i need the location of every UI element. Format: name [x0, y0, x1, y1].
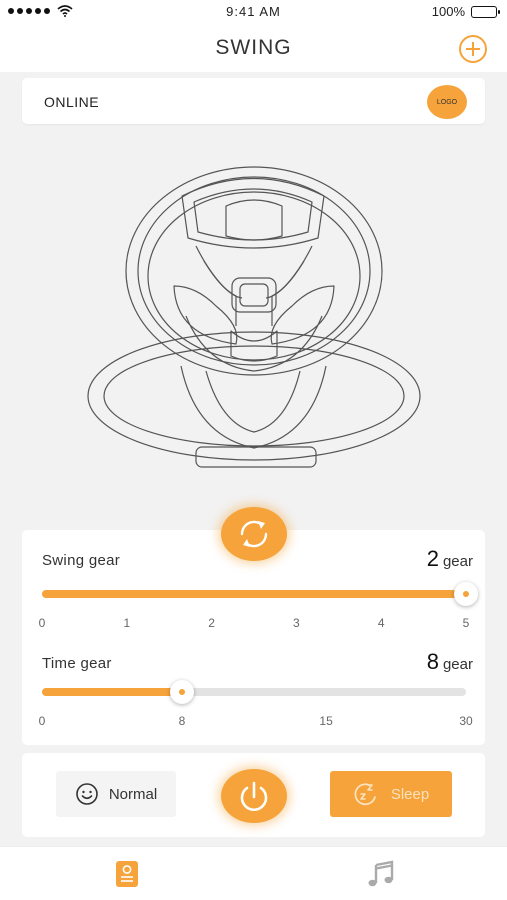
time-gear-value: 8 gear — [427, 649, 473, 675]
music-note-icon — [368, 860, 393, 887]
time-gear-fill — [42, 688, 182, 696]
swing-gear-label: Swing gear — [42, 552, 121, 569]
normal-mode-button[interactable]: Normal — [56, 771, 176, 817]
device-icon — [115, 861, 138, 887]
sleep-moon-icon — [354, 783, 376, 806]
time-gear-tick: 15 — [319, 714, 333, 728]
time-gear-label: Time gear — [42, 655, 112, 672]
swing-gear-tick: 0 — [38, 616, 46, 630]
connection-status: ONLINE — [44, 94, 100, 110]
device-status-card: ONLINE LOGO — [22, 78, 485, 124]
tab-music[interactable] — [254, 847, 507, 900]
brand-logo: LOGO — [427, 85, 467, 119]
normal-mode-label: Normal — [108, 785, 158, 803]
gear-control-card: Swing gear 2 gear 012345 Time gear 8 gear … — [22, 530, 485, 745]
time-gear-slider[interactable] — [42, 680, 466, 704]
swing-gear-tick: 1 — [123, 616, 131, 630]
swing-gear-value: 2 gear — [427, 546, 473, 572]
swing-gear-slider[interactable] — [42, 582, 478, 606]
smiley-icon — [76, 783, 98, 805]
swing-gear-tick: 2 — [208, 616, 215, 630]
power-button[interactable] — [221, 769, 287, 823]
time-gear-unit: gear — [442, 656, 473, 673]
power-icon — [240, 781, 268, 811]
time-gear-tick: 8 — [178, 714, 186, 728]
sleep-mode-label: Sleep — [390, 785, 430, 803]
time-gear-number: 8 — [426, 649, 439, 674]
tab-bar — [0, 846, 507, 900]
swing-gear-unit: gear — [442, 553, 473, 570]
swing-gear-fill — [42, 590, 466, 598]
tab-device[interactable] — [0, 847, 253, 900]
time-gear-thumb[interactable] — [169, 680, 194, 704]
nav-bar: SWING — [0, 24, 507, 72]
battery-icon — [471, 5, 500, 18]
swing-gear-ticks: 0 1 2 3 4 5 — [38, 616, 470, 632]
swing-gear-number: 2 — [426, 546, 439, 571]
swing-gear-tick: 3 — [293, 616, 300, 630]
status-bar: 9:41 AM 100% — [0, 0, 507, 24]
swing-gear-thumb[interactable] — [454, 582, 478, 606]
time-gear-tick: 30 — [459, 714, 473, 728]
battery-percent: 100% — [431, 4, 465, 19]
swing-gear-tick: 4 — [377, 616, 385, 630]
sync-icon — [240, 520, 268, 548]
time-gear-ticks: 0 8 15 30 — [38, 714, 473, 730]
sync-button[interactable] — [221, 507, 287, 561]
add-device-button[interactable] — [459, 35, 487, 63]
page-title: SWING — [215, 36, 292, 59]
swing-chair-illustration — [87, 166, 421, 468]
sleep-mode-button[interactable]: Sleep — [330, 771, 452, 817]
swing-gear-tick: 5 — [462, 616, 470, 630]
time-gear-tick: 0 — [38, 714, 46, 728]
